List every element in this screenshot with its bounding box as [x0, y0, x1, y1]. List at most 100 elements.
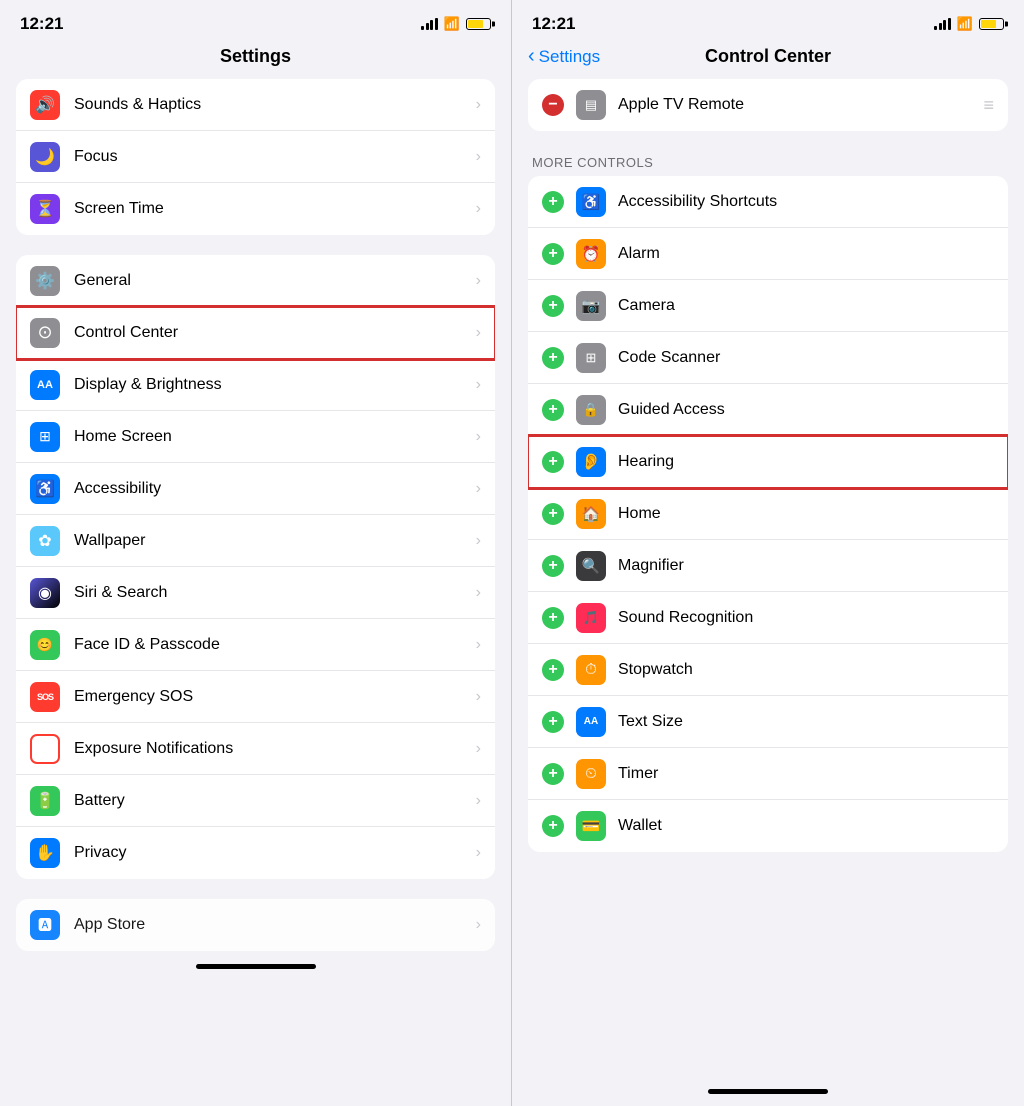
- wallet-icon: 💳: [576, 811, 606, 841]
- control-item-accessibility-shortcuts[interactable]: + ♿ Accessibility Shortcuts: [528, 176, 1008, 228]
- homescreen-chevron-icon: ›: [476, 428, 481, 446]
- settings-item-emergency[interactable]: SOS Emergency SOS ›: [16, 671, 495, 723]
- control-item-magnifier[interactable]: + 🔍 Magnifier: [528, 540, 1008, 592]
- control-item-sound-recognition[interactable]: + 🎵 Sound Recognition: [528, 592, 1008, 644]
- signal-bars-icon: [421, 18, 438, 30]
- settings-item-homescreen[interactable]: ⊞ Home Screen ›: [16, 411, 495, 463]
- add-guided-access-button[interactable]: +: [542, 399, 564, 421]
- control-item-code-scanner[interactable]: + ⊞ Code Scanner: [528, 332, 1008, 384]
- right-status-bar: 12:21 📶: [512, 0, 1024, 42]
- add-alarm-button[interactable]: +: [542, 243, 564, 265]
- sounds-label: Sounds & Haptics: [74, 96, 476, 114]
- add-home-button[interactable]: +: [542, 503, 564, 525]
- focus-chevron-icon: ›: [476, 148, 481, 166]
- right-scroll-content[interactable]: − ▤ Apple TV Remote ≡ MORE CONTROLS + ♿ …: [512, 79, 1024, 1076]
- settings-item-faceid[interactable]: 😊 Face ID & Passcode ›: [16, 619, 495, 671]
- settings-item-display[interactable]: AA Display & Brightness ›: [16, 359, 495, 411]
- settings-item-privacy[interactable]: ✋ Privacy ›: [16, 827, 495, 879]
- settings-group-2: ⚙️ General › ⊙ Control Center › AA Displ…: [16, 255, 495, 879]
- add-sound-recognition-button[interactable]: +: [542, 607, 564, 629]
- settings-item-exposure[interactable]: ❋ Exposure Notifications ›: [16, 723, 495, 775]
- homescreen-label: Home Screen: [74, 428, 476, 446]
- left-status-bar: 12:21 📶: [0, 0, 511, 42]
- control-item-home[interactable]: + 🏠 Home: [528, 488, 1008, 540]
- control-item-text-size[interactable]: + AA Text Size: [528, 696, 1008, 748]
- settings-item-controlcenter[interactable]: ⊙ Control Center ›: [16, 307, 495, 359]
- right-home-indicator: [512, 1076, 1024, 1106]
- add-code-scanner-button[interactable]: +: [542, 347, 564, 369]
- wallpaper-label: Wallpaper: [74, 532, 476, 550]
- control-item-hearing[interactable]: + 👂 Hearing: [528, 436, 1008, 488]
- accessibility-chevron-icon: ›: [476, 480, 481, 498]
- appstore-icon: 🅰: [30, 910, 60, 940]
- right-status-icons: 📶: [934, 16, 1004, 32]
- control-item-camera[interactable]: + 📷 Camera: [528, 280, 1008, 332]
- sound-recognition-icon: 🎵: [576, 603, 606, 633]
- text-size-label: Text Size: [618, 713, 994, 731]
- control-item-wallet[interactable]: + 💳 Wallet: [528, 800, 1008, 852]
- wallet-label: Wallet: [618, 817, 994, 835]
- add-timer-button[interactable]: +: [542, 763, 564, 785]
- timer-icon: ⏲: [576, 759, 606, 789]
- settings-item-accessibility[interactable]: ♿ Accessibility ›: [16, 463, 495, 515]
- control-item-alarm[interactable]: + ⏰ Alarm: [528, 228, 1008, 280]
- settings-item-wallpaper[interactable]: ✿ Wallpaper ›: [16, 515, 495, 567]
- siri-chevron-icon: ›: [476, 584, 481, 602]
- wifi-icon: 📶: [444, 16, 460, 32]
- left-page-title: Settings: [0, 42, 511, 79]
- screentime-chevron-icon: ›: [476, 200, 481, 218]
- add-text-size-button[interactable]: +: [542, 711, 564, 733]
- settings-item-general[interactable]: ⚙️ General ›: [16, 255, 495, 307]
- add-stopwatch-button[interactable]: +: [542, 659, 564, 681]
- left-home-indicator: [0, 951, 511, 981]
- siri-icon: ◉: [30, 578, 60, 608]
- settings-item-siri[interactable]: ◉ Siri & Search ›: [16, 567, 495, 619]
- appletv-drag-handle-icon[interactable]: ≡: [983, 95, 994, 116]
- faceid-icon: 😊: [30, 630, 60, 660]
- back-button[interactable]: ‹ Settings: [528, 45, 600, 68]
- privacy-chevron-icon: ›: [476, 844, 481, 862]
- add-magnifier-button[interactable]: +: [542, 555, 564, 577]
- settings-item-battery[interactable]: 🔋 Battery ›: [16, 775, 495, 827]
- control-item-stopwatch[interactable]: + ⏱ Stopwatch: [528, 644, 1008, 696]
- text-size-icon: AA: [576, 707, 606, 737]
- display-chevron-icon: ›: [476, 376, 481, 394]
- control-item-timer[interactable]: + ⏲ Timer: [528, 748, 1008, 800]
- remove-appletv-button[interactable]: −: [542, 94, 564, 116]
- exposure-label: Exposure Notifications: [74, 740, 476, 758]
- settings-item-sounds[interactable]: 🔊 Sounds & Haptics ›: [16, 79, 495, 131]
- right-header: ‹ Settings Control Center: [512, 42, 1024, 79]
- emergency-icon: SOS: [30, 682, 60, 712]
- battery-icon: 🔋: [30, 786, 60, 816]
- add-hearing-button[interactable]: +: [542, 451, 564, 473]
- settings-item-appstore[interactable]: 🅰 App Store ›: [16, 899, 495, 951]
- left-status-icons: 📶: [421, 16, 491, 32]
- general-icon: ⚙️: [30, 266, 60, 296]
- add-accessibility-shortcuts-button[interactable]: +: [542, 191, 564, 213]
- stopwatch-icon: ⏱: [576, 655, 606, 685]
- alarm-icon: ⏰: [576, 239, 606, 269]
- appstore-label: App Store: [74, 916, 476, 934]
- add-camera-button[interactable]: +: [542, 295, 564, 317]
- exposure-chevron-icon: ›: [476, 740, 481, 758]
- left-status-time: 12:21: [20, 14, 63, 34]
- more-controls-block: + ♿ Accessibility Shortcuts + ⏰ Alarm + …: [528, 176, 1008, 852]
- focus-label: Focus: [74, 148, 476, 166]
- control-item-appletv[interactable]: − ▤ Apple TV Remote ≡: [528, 79, 1008, 131]
- add-wallet-button[interactable]: +: [542, 815, 564, 837]
- controlcenter-chevron-icon: ›: [476, 324, 481, 342]
- controlcenter-label: Control Center: [74, 324, 476, 342]
- code-scanner-icon: ⊞: [576, 343, 606, 373]
- settings-item-focus[interactable]: 🌙 Focus ›: [16, 131, 495, 183]
- appstore-chevron-icon: ›: [476, 916, 481, 934]
- settings-item-screentime[interactable]: ⏳ Screen Time ›: [16, 183, 495, 235]
- sounds-icon: 🔊: [30, 90, 60, 120]
- magnifier-icon: 🔍: [576, 551, 606, 581]
- screentime-label: Screen Time: [74, 200, 476, 218]
- exposure-icon: ❋: [30, 734, 60, 764]
- control-item-guided-access[interactable]: + 🔒 Guided Access: [528, 384, 1008, 436]
- back-chevron-icon: ‹: [528, 45, 535, 68]
- home-icon: 🏠: [576, 499, 606, 529]
- right-status-time: 12:21: [532, 14, 575, 34]
- controlcenter-icon: ⊙: [30, 318, 60, 348]
